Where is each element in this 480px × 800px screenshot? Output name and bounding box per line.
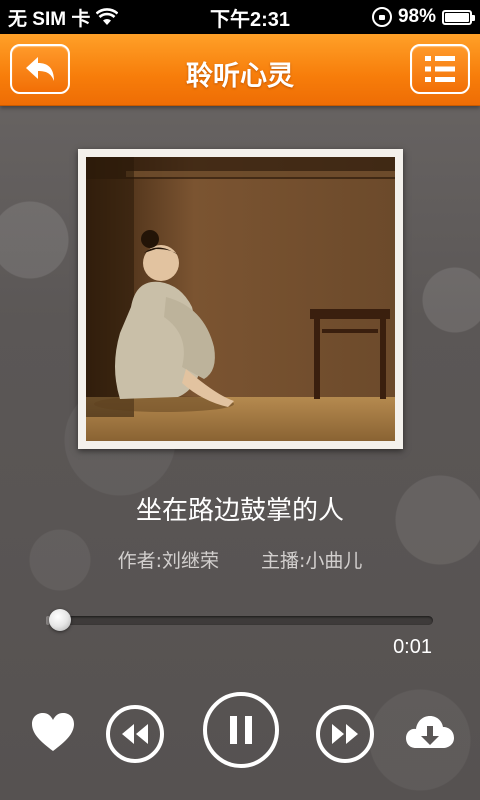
fast-forward-icon	[332, 724, 358, 744]
narrator-label: 主播:小曲儿	[261, 550, 363, 572]
download-button[interactable]	[406, 712, 454, 752]
progress-bar[interactable]	[46, 616, 433, 625]
fast-forward-button[interactable]	[316, 705, 374, 763]
wifi-icon	[96, 8, 119, 25]
author-label: 作者:刘继荣	[117, 550, 219, 572]
playlist-icon	[425, 56, 455, 82]
favorite-button[interactable]	[31, 712, 75, 756]
heart-icon	[32, 713, 74, 751]
battery-percent: 98%	[397, 6, 436, 27]
status-time: 下午2:31	[209, 8, 290, 31]
playlist-button[interactable]	[410, 44, 470, 94]
song-title: 坐在路边鼓掌的人	[135, 496, 344, 526]
cloud-download-icon	[406, 716, 454, 748]
status-bar: 无 SIM 卡 下午2:31 98%	[0, 0, 480, 34]
rotation-lock-icon	[371, 7, 392, 27]
album-illustration	[86, 157, 395, 441]
album-cover-image	[86, 157, 395, 441]
elapsed-time: 0:01	[393, 636, 432, 658]
carrier-label: 无 SIM 卡	[8, 8, 91, 30]
app-header: 聆听心灵	[0, 34, 480, 106]
rewind-icon	[122, 724, 148, 744]
song-meta: 作者:刘继荣 主播:小曲儿	[0, 546, 480, 573]
page-title: 聆听心灵	[186, 61, 294, 92]
pause-button[interactable]	[203, 692, 279, 768]
pause-icon	[230, 716, 252, 744]
rewind-button[interactable]	[106, 705, 164, 763]
album-art	[78, 149, 403, 449]
progress-thumb[interactable]	[48, 609, 71, 631]
battery-icon	[442, 9, 475, 25]
